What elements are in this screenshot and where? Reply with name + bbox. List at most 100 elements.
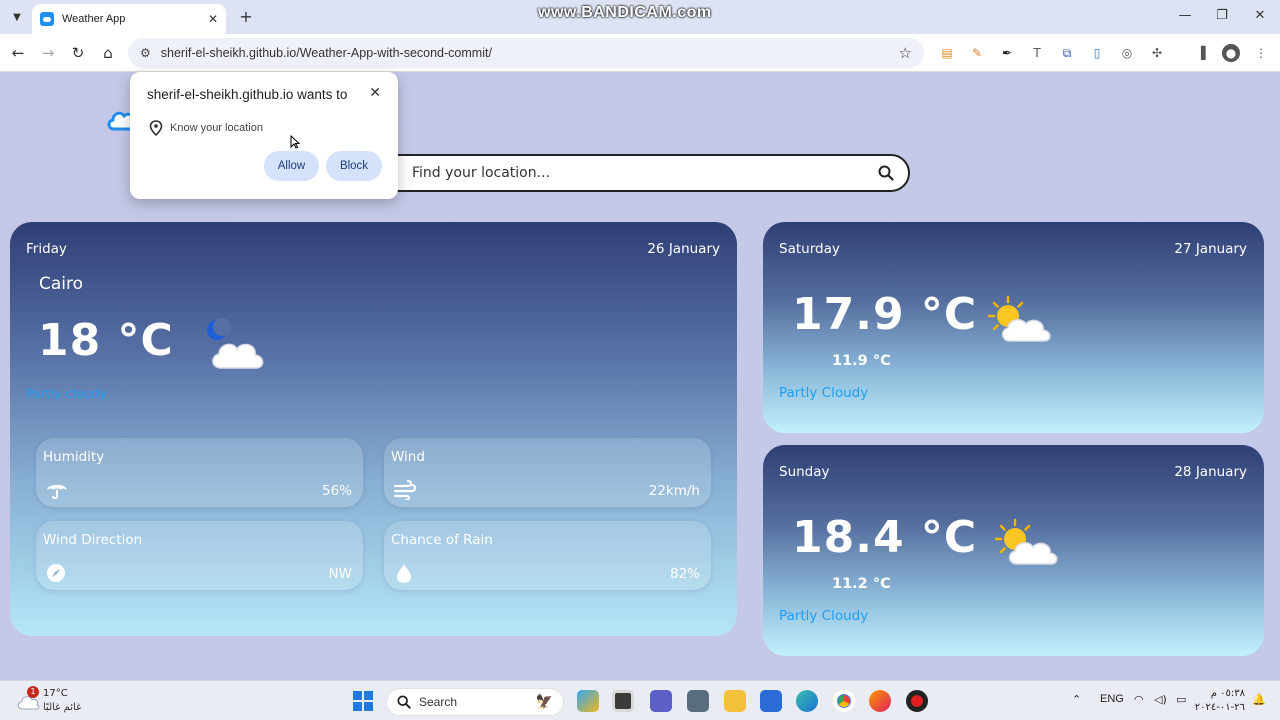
popup-close-icon[interactable]: ✕	[369, 85, 381, 101]
edge-browser-icon[interactable]	[796, 690, 818, 712]
allow-button[interactable]: Allow	[264, 151, 319, 181]
browser-tab-bar: ▼ Weather App ✕ + www.BANDICAM.com — ❐ ✕	[0, 0, 1280, 34]
forecast-max-temp: 18.4 °C	[792, 512, 978, 563]
teams-app-icon[interactable]	[650, 690, 672, 712]
location-permission-popup: sherif-el-sheikh.github.io wants to ✕ Kn…	[130, 72, 398, 199]
back-icon[interactable]: ←	[8, 43, 28, 63]
clock-date: ٢٦-٠١-٢٠٢٤	[1194, 702, 1245, 713]
forecast-condition: Partly Cloudy	[779, 385, 869, 401]
chrome-browser-icon[interactable]	[833, 690, 855, 712]
location-search-input[interactable]	[412, 165, 878, 181]
permission-description: Know your location	[170, 122, 263, 134]
notification-bell-icon[interactable]: 🔔	[1252, 693, 1266, 706]
night-partly-cloudy-icon	[207, 318, 264, 369]
wind-value: 22km/h	[648, 483, 700, 499]
forecast-min-temp: 11.9 °C	[832, 353, 891, 369]
extension-icon-1[interactable]: ▤	[938, 44, 956, 62]
taskbar-search-icon	[397, 695, 411, 709]
microsoft-store-app-icon[interactable]	[760, 690, 782, 712]
extension-icon-2[interactable]: ✎	[968, 44, 986, 62]
taskbar-temperature[interactable]: 17°C	[43, 688, 68, 699]
terminal-app-icon[interactable]	[612, 690, 634, 712]
site-info-icon[interactable]: ⚙	[140, 46, 151, 60]
forecast-date: 28 January	[1174, 464, 1247, 480]
new-tab-button[interactable]: +	[236, 7, 256, 26]
browser-tab-weather-app[interactable]: Weather App ✕	[32, 4, 226, 34]
input-language[interactable]: ENG	[1100, 693, 1124, 705]
browser-toolbar: ← → ↻ ⌂ ⚙ sherif-el-sheikh.github.io/Wea…	[0, 34, 1280, 72]
eyedropper-extension-icon[interactable]: ✒	[998, 44, 1016, 62]
today-condition: Partly cloudy	[26, 386, 107, 401]
windows-start-icon[interactable]	[353, 691, 373, 711]
sun-behind-cloud-icon	[995, 518, 1058, 565]
forecast-day: Saturday	[779, 241, 840, 257]
raindrop-icon	[397, 564, 411, 583]
today-date: 26 January	[647, 241, 720, 257]
forecast-min-temp: 11.2 °C	[832, 576, 891, 592]
tab-title: Weather App	[62, 13, 126, 25]
side-panel-icon[interactable]: ▐	[1192, 44, 1210, 62]
bookmark-star-icon[interactable]: ☆	[899, 44, 912, 62]
taskbar-clock[interactable]: ٠٥:٣٨ م ٢٦-٠١-٢٠٢٤	[1194, 687, 1245, 715]
tab-close-icon[interactable]: ✕	[208, 12, 218, 26]
block-button[interactable]: Block	[326, 151, 382, 181]
clock-time: ٠٥:٣٨ م	[1210, 688, 1245, 699]
extension-icon-7[interactable]: ◎	[1118, 44, 1136, 62]
bandicam-record-icon[interactable]	[906, 690, 928, 712]
taskbar-search-box[interactable]: Search 🦅	[386, 688, 564, 716]
maximize-icon[interactable]: ❐	[1212, 8, 1232, 23]
forecast-card-saturday: Saturday 27 January 17.9 °C 11.9 °C Part…	[763, 222, 1264, 433]
battery-icon[interactable]: ▭	[1176, 693, 1186, 706]
taskbar-weather-condition[interactable]: غائم غالبًا	[43, 702, 81, 713]
permission-title: sherif-el-sheikh.github.io wants to	[147, 87, 348, 102]
chance-of-rain-label: Chance of Rain	[391, 532, 493, 548]
browser-menu-icon[interactable]: ⋮	[1252, 44, 1270, 62]
current-temperature: 18 °C	[38, 315, 174, 366]
wind-direction-tile: Wind Direction NW	[36, 521, 363, 590]
today-weather-card: Friday 26 January Cairo 18 °C Partly clo…	[10, 222, 737, 636]
home-icon[interactable]: ⌂	[98, 43, 118, 63]
wifi-icon[interactable]: ◠	[1134, 693, 1144, 706]
forward-icon[interactable]: →	[38, 43, 58, 63]
search-icon[interactable]	[878, 165, 894, 181]
tab-search-chevron-icon[interactable]: ▼	[7, 7, 27, 27]
volume-icon[interactable]: ◁)	[1154, 693, 1167, 706]
mouse-cursor-icon	[290, 135, 300, 149]
wind-direction-label: Wind Direction	[43, 532, 143, 548]
search-highlight-eagle-icon: 🦅	[535, 694, 553, 710]
reload-icon[interactable]: ↻	[68, 43, 88, 63]
extensions-puzzle-icon[interactable]: ✣	[1148, 44, 1166, 62]
wind-label: Wind	[391, 449, 425, 465]
forecast-max-temp: 17.9 °C	[792, 289, 978, 340]
location-search-box[interactable]	[370, 154, 910, 192]
window-close-icon[interactable]: ✕	[1250, 8, 1270, 23]
firefox-browser-icon[interactable]	[869, 690, 891, 712]
text-extension-icon[interactable]: T	[1028, 44, 1046, 62]
wind-direction-value: NW	[328, 566, 352, 582]
chance-of-rain-value: 82%	[669, 566, 700, 582]
file-explorer-app-icon[interactable]	[724, 690, 746, 712]
weather-notification-badge: 1	[27, 686, 39, 698]
calculator-app-icon[interactable]	[687, 690, 709, 712]
umbrella-icon	[47, 484, 67, 500]
wind-tile: Wind 22km/h	[384, 438, 711, 507]
sun-behind-cloud-icon	[988, 295, 1051, 342]
forecast-condition: Partly Cloudy	[779, 608, 869, 624]
profile-avatar[interactable]: ●	[1222, 44, 1240, 62]
compass-icon	[47, 564, 65, 582]
screenshot-extension-icon[interactable]: ⧉	[1058, 44, 1076, 62]
show-hidden-icons-chevron-icon[interactable]: ⌃	[1072, 693, 1081, 706]
chance-of-rain-tile: Chance of Rain 82%	[384, 521, 711, 590]
location-pin-icon	[149, 120, 163, 136]
today-day: Friday	[26, 241, 67, 257]
forecast-date: 27 January	[1174, 241, 1247, 257]
address-bar[interactable]: ⚙ sherif-el-sheikh.github.io/Weather-App…	[128, 38, 924, 68]
minimize-icon[interactable]: —	[1175, 8, 1195, 23]
taskbar-search-label: Search	[419, 695, 458, 709]
url-text[interactable]: sherif-el-sheikh.github.io/Weather-App-w…	[161, 46, 899, 60]
document-extension-icon[interactable]: ▯	[1088, 44, 1106, 62]
windows-taskbar: 1 17°C غائم غالبًا Search 🦅 ⌃ ENG ◠ ◁) ▭…	[0, 680, 1280, 720]
humidity-label: Humidity	[43, 449, 105, 465]
copilot-app-icon[interactable]	[577, 690, 599, 712]
city-name: Cairo	[39, 274, 84, 294]
